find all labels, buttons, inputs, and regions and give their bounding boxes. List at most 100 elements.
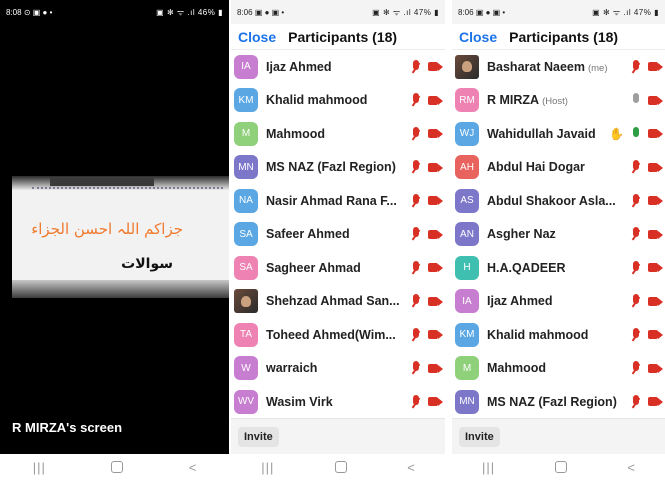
avatar: SA xyxy=(234,255,258,280)
participant-status-icons xyxy=(409,84,443,118)
participant-row[interactable]: AN Asgher Naz xyxy=(452,218,665,252)
participant-name: MS NAZ (Fazl Region) xyxy=(487,395,617,409)
invite-button[interactable]: Invite xyxy=(238,427,279,447)
participant-row[interactable]: Basharat Naeem (me) xyxy=(452,50,665,84)
home-button[interactable] xyxy=(334,461,347,473)
back-button[interactable]: < xyxy=(627,460,635,475)
video-off-icon xyxy=(648,296,663,307)
participant-name-text: Sagheer Ahmad xyxy=(266,260,361,275)
participant-row[interactable]: TA Toheed Ahmed(Wim... xyxy=(231,318,445,352)
invite-button[interactable]: Invite xyxy=(459,427,500,447)
avatar: KM xyxy=(234,88,258,113)
participant-name-text: Ijaz Ahmed xyxy=(487,294,553,309)
participant-status-icons xyxy=(409,352,443,386)
participant-status-icons xyxy=(629,218,663,252)
participant-row[interactable]: RM R MIRZA (Host) xyxy=(452,84,665,118)
nav-bar: ||| < xyxy=(231,454,445,480)
participant-name: Wasim Virk xyxy=(266,395,333,409)
participant-row[interactable]: MN MS NAZ (Fazl Region) xyxy=(231,151,445,185)
status-left-icons: ▣ ● ▣ • xyxy=(475,7,506,17)
shared-bottom-strip xyxy=(12,280,229,298)
recent-apps-button[interactable]: ||| xyxy=(482,460,495,475)
mic-muted-icon xyxy=(629,59,643,75)
participant-row[interactable]: M Mahmood xyxy=(452,352,665,386)
nav-bar: ||| < xyxy=(452,454,665,480)
participant-row[interactable]: H H.A.QADEER xyxy=(452,251,665,285)
participant-name-text: Abdul Shakoor Asla... xyxy=(487,193,616,208)
mic-muted-icon xyxy=(409,293,423,309)
mic-muted-icon xyxy=(409,59,423,75)
status-time: 8:06 xyxy=(237,7,253,17)
participant-status-icons xyxy=(409,218,443,252)
participant-row[interactable]: M Mahmood xyxy=(231,117,445,151)
participant-list[interactable]: IA Ijaz Ahmed KM Khalid mahmood M Mahmood MN MS… xyxy=(231,50,445,418)
participant-name-text: Mahmood xyxy=(266,126,326,141)
participant-name-text: R MIRZA xyxy=(487,93,540,108)
mic-muted-icon xyxy=(409,394,423,410)
participant-row[interactable]: IA Ijaz Ahmed xyxy=(231,50,445,84)
mic-muted-icon xyxy=(409,327,423,343)
participant-name: Khalid mahmood xyxy=(487,328,588,342)
participant-row[interactable]: WJ Wahidullah Javaid ✋ xyxy=(452,117,665,151)
participant-list[interactable]: Basharat Naeem (me) RM R MIRZA (Host) WJ Wahid… xyxy=(452,50,665,418)
participant-name-text: warraich xyxy=(266,361,318,376)
participant-name: Ijaz Ahmed xyxy=(487,294,553,308)
participant-name-text: Nasir Ahmad Rana F... xyxy=(266,193,397,208)
back-button[interactable]: < xyxy=(407,460,415,475)
video-off-icon xyxy=(648,162,663,173)
participant-row[interactable]: SA Sagheer Ahmad xyxy=(231,251,445,285)
participant-name: Nasir Ahmad Rana F... xyxy=(266,194,397,208)
participant-name: Toheed Ahmed(Wim... xyxy=(266,328,396,342)
participants-phone-2: 8:06 ▣ ● ▣ • ▣ ✻ ᯤ .ıl 47% ▮ Close Parti… xyxy=(452,0,665,480)
participant-name: Wahidullah Javaid xyxy=(487,127,596,141)
participant-status-icons xyxy=(409,117,443,151)
participant-status-icons xyxy=(629,50,663,84)
participant-status-icons xyxy=(409,151,443,185)
participant-row[interactable]: AH Abdul Hai Dogar xyxy=(452,151,665,185)
participant-row[interactable]: MN MS NAZ (Fazl Region) xyxy=(452,385,665,418)
avatar: NA xyxy=(234,188,258,213)
participant-name-text: Abdul Hai Dogar xyxy=(487,160,585,175)
participant-status-icons xyxy=(409,285,443,319)
recent-apps-button[interactable]: ||| xyxy=(261,460,274,475)
home-button[interactable] xyxy=(555,461,568,473)
home-button[interactable] xyxy=(111,461,124,473)
raised-hand-icon: ✋ xyxy=(609,126,624,141)
participant-row[interactable]: KM Khalid mahmood xyxy=(452,318,665,352)
status-left: 8:06 ▣ ● ▣ • xyxy=(458,8,505,17)
video-off-icon xyxy=(428,229,443,240)
shared-top-bar xyxy=(50,178,154,186)
video-off-icon xyxy=(648,396,663,407)
avatar: SA xyxy=(234,222,258,247)
close-button[interactable]: Close xyxy=(459,29,497,45)
shared-text-line2: سوالات xyxy=(121,256,173,272)
participant-row[interactable]: SA Safeer Ahmed xyxy=(231,218,445,252)
participant-name: Mahmood xyxy=(487,361,546,375)
participant-row[interactable]: Wwarraich xyxy=(231,352,445,386)
participant-row[interactable]: AS Abdul Shakoor Asla... xyxy=(452,184,665,218)
participant-row[interactable]: WV Wasim Virk xyxy=(231,385,445,418)
footer: Invite xyxy=(231,418,445,454)
participant-status-icons xyxy=(409,50,443,84)
participant-status-icons xyxy=(629,184,663,218)
participant-row[interactable]: NA Nasir Ahmad Rana F... xyxy=(231,184,445,218)
participant-status-icons xyxy=(409,251,443,285)
avatar: AH xyxy=(455,155,479,180)
participant-row[interactable]: KM Khalid mahmood xyxy=(231,84,445,118)
nav-bar: ||| < xyxy=(0,454,229,480)
participant-name-text: Safeer Ahmed xyxy=(266,227,350,242)
mic-muted-icon xyxy=(629,394,643,410)
close-button[interactable]: Close xyxy=(238,29,276,45)
participant-name: Khalid mahmood xyxy=(266,93,367,107)
back-button[interactable]: < xyxy=(189,460,197,475)
participant-name-text: Khalid mahmood xyxy=(487,327,589,342)
participant-row[interactable]: IA Ijaz Ahmed xyxy=(452,285,665,319)
recent-apps-button[interactable]: ||| xyxy=(33,460,46,475)
shared-screen[interactable]: جزاکم اللہ احسن الجزاء سوالات xyxy=(12,176,229,298)
status-left: 8:06 ▣ ● ▣ • xyxy=(237,8,284,17)
participant-row[interactable]: Shehzad Ahmad San... xyxy=(231,285,445,319)
participant-name: Abdul Shakoor Asla... xyxy=(487,194,616,208)
video-off-icon xyxy=(428,296,443,307)
participant-name: R MIRZA (Host) xyxy=(487,93,568,107)
participant-name-text: Shehzad Ahmad San... xyxy=(266,294,400,309)
